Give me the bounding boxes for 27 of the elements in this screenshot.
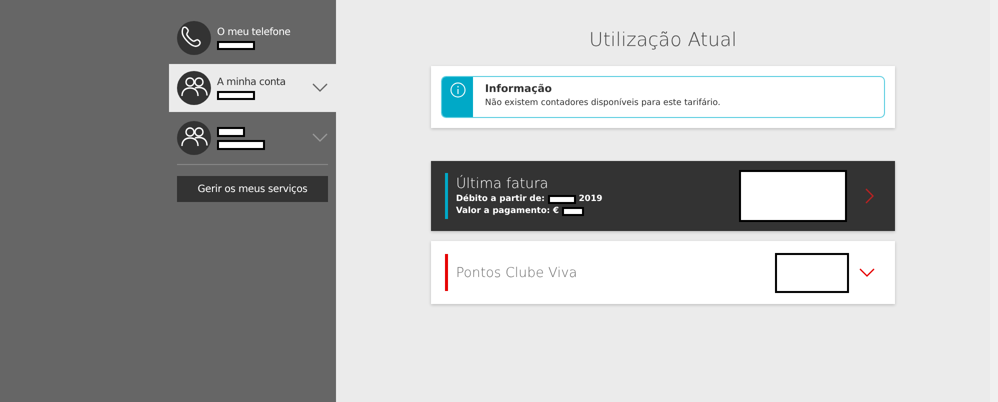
redaction-box <box>562 206 584 216</box>
sidebar-item[interactable]: A minha conta <box>169 64 336 112</box>
people-icon <box>177 71 211 105</box>
info-icon <box>450 82 466 98</box>
info-title: Informação <box>485 83 553 95</box>
page-title: Utilização Atual <box>589 29 737 51</box>
redaction-box <box>217 140 265 150</box>
menu-label[interactable]: O meu telefone <box>217 26 328 38</box>
detail-line: Débito a partir de: 2019 <box>456 194 604 204</box>
chevron-icon <box>859 268 875 278</box>
redaction-box <box>217 40 255 50</box>
redaction-box <box>548 194 576 204</box>
card-title: Última fatura <box>456 176 550 192</box>
redaction-box <box>217 90 255 100</box>
points-card[interactable]: Pontos Clube Viva <box>431 241 895 304</box>
bill-card[interactable]: Última fatura Débito a partir de: 2019 Valor a pagamento: € <box>431 161 895 231</box>
phone-icon <box>177 21 211 55</box>
people-icon <box>177 121 211 155</box>
detail-line: Valor a pagamento: € <box>456 206 739 216</box>
accent-bar <box>445 173 448 219</box>
manage-services-button[interactable]: Gerir os meus serviços <box>177 176 328 202</box>
accent-bar <box>445 254 448 291</box>
card-title: Pontos Clube Viva <box>456 264 578 280</box>
chevron-icon <box>865 188 875 204</box>
menu-label[interactable]: A minha conta <box>217 76 306 88</box>
redaction-box <box>217 126 245 136</box>
info-text: Não existem contadores disponíveis para este tarifário. <box>485 98 720 108</box>
